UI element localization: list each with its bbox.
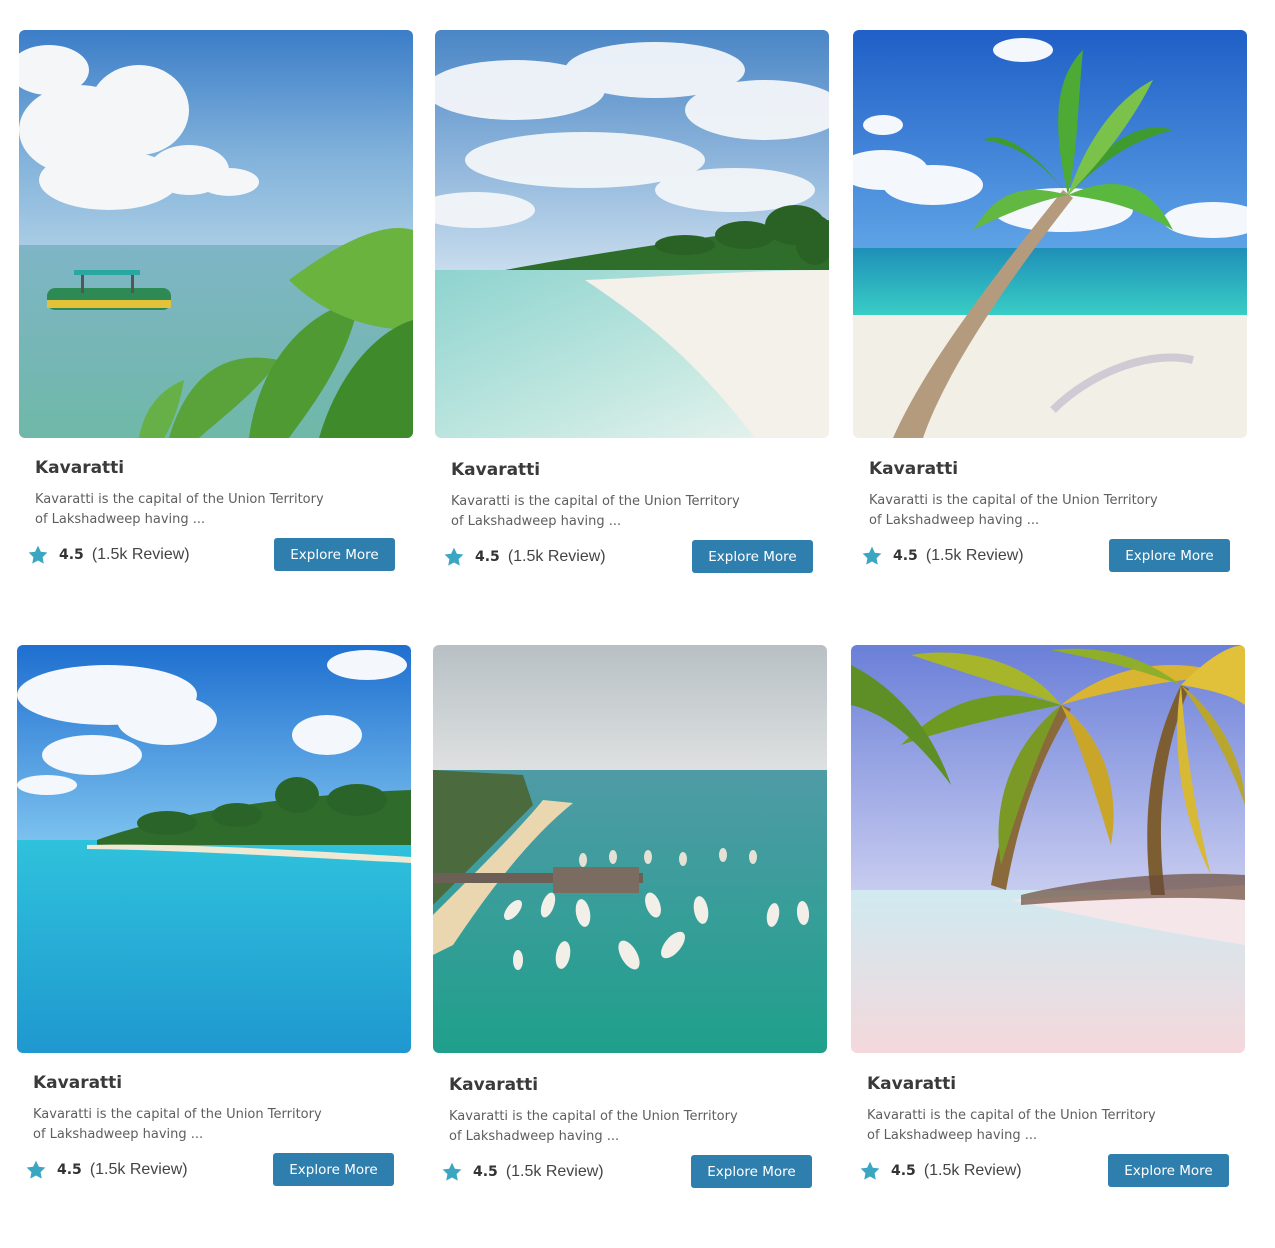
destination-photo[interactable] — [17, 645, 411, 1053]
card-description: Kavaratti is the capital of the Union Te… — [451, 494, 740, 529]
explore-more-button[interactable]: Explore More — [274, 538, 395, 571]
card-description: Kavaratti is the capital of the Union Te… — [449, 1109, 738, 1144]
destination-photo[interactable] — [433, 645, 827, 1053]
review-count: (1.5k Review) — [91, 546, 190, 563]
rating-value: 4.5 — [891, 1163, 916, 1179]
destination-card: Kavaratti Kavaratti is the capital of th… — [17, 645, 411, 1186]
review-count: (1.5k Review) — [89, 1161, 188, 1178]
review-count: (1.5k Review) — [507, 548, 606, 565]
rating: 4.5 (1.5k Review) — [861, 543, 1024, 569]
destination-card: Kavaratti Kavaratti is the capital of th… — [853, 30, 1247, 572]
explore-more-button[interactable]: Explore More — [691, 1155, 812, 1188]
card-title: Kavaratti — [449, 1075, 539, 1095]
rating-value: 4.5 — [57, 1162, 82, 1178]
destination-card: Kavaratti Kavaratti is the capital of th… — [433, 645, 827, 1188]
card-description: Kavaratti is the capital of the Union Te… — [867, 1108, 1156, 1143]
destination-photo[interactable] — [435, 30, 829, 438]
rating: 4.5 (1.5k Review) — [27, 542, 190, 568]
destination-photo[interactable] — [19, 30, 413, 438]
card-title: Kavaratti — [451, 460, 541, 480]
review-count: (1.5k Review) — [925, 547, 1024, 564]
card-title: Kavaratti — [869, 459, 959, 479]
explore-more-button[interactable]: Explore More — [273, 1153, 394, 1186]
destination-card: Kavaratti Kavaratti is the capital of th… — [851, 645, 1245, 1187]
rating-value: 4.5 — [893, 548, 918, 564]
review-count: (1.5k Review) — [923, 1162, 1022, 1179]
card-title: Kavaratti — [867, 1074, 957, 1094]
star-icon — [862, 546, 882, 565]
card-description: Kavaratti is the capital of the Union Te… — [35, 492, 324, 527]
explore-more-button[interactable]: Explore More — [1109, 539, 1230, 572]
star-icon — [444, 547, 464, 566]
star-icon — [442, 1162, 462, 1181]
card-title: Kavaratti — [33, 1073, 123, 1093]
review-count: (1.5k Review) — [505, 1163, 604, 1180]
star-icon — [28, 545, 48, 564]
star-icon — [860, 1161, 880, 1180]
rating: 4.5 (1.5k Review) — [443, 544, 606, 570]
destination-photo[interactable] — [851, 645, 1245, 1053]
destination-card: Kavaratti Kavaratti is the capital of th… — [435, 30, 829, 573]
destination-card: Kavaratti Kavaratti is the capital of th… — [19, 30, 413, 571]
explore-more-button[interactable]: Explore More — [1108, 1154, 1229, 1187]
rating: 4.5 (1.5k Review) — [859, 1158, 1022, 1184]
card-description: Kavaratti is the capital of the Union Te… — [869, 493, 1158, 528]
rating: 4.5 (1.5k Review) — [25, 1157, 188, 1183]
destination-photo[interactable] — [853, 30, 1247, 438]
explore-more-button[interactable]: Explore More — [692, 540, 813, 573]
card-title: Kavaratti — [35, 458, 125, 478]
star-icon — [26, 1160, 46, 1179]
rating-value: 4.5 — [473, 1164, 498, 1180]
card-description: Kavaratti is the capital of the Union Te… — [33, 1107, 322, 1142]
rating-value: 4.5 — [475, 549, 500, 565]
rating: 4.5 (1.5k Review) — [441, 1159, 604, 1185]
rating-value: 4.5 — [59, 547, 84, 563]
